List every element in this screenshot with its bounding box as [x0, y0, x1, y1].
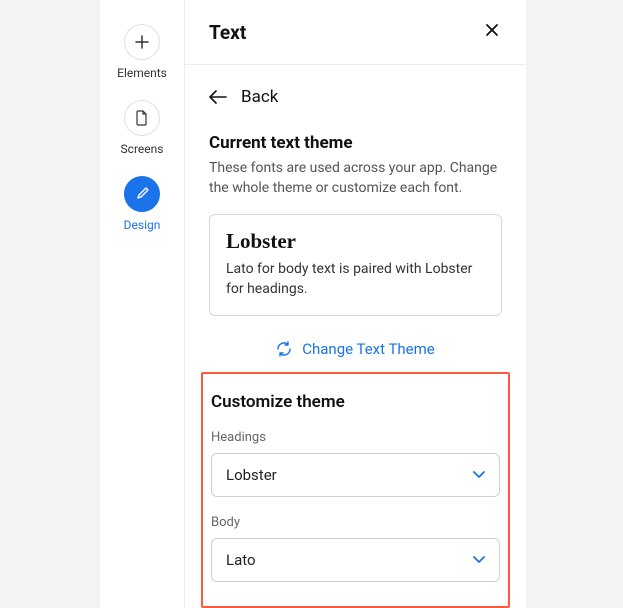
panel-title: Text — [209, 21, 246, 44]
plus-icon — [124, 24, 160, 60]
arrow-left-icon — [209, 90, 227, 104]
headings-select[interactable]: Lobster — [211, 453, 500, 497]
body-value: Lato — [226, 551, 256, 569]
nav-design[interactable]: Design — [100, 170, 184, 242]
nav-label: Design — [124, 218, 161, 232]
theme-card-desc: Lato for body text is paired with Lobste… — [226, 260, 485, 299]
panel-body: Back Current text theme These fonts are … — [185, 65, 526, 608]
customize-section: Customize theme Headings Lobster Body La… — [201, 372, 510, 608]
refresh-icon — [276, 341, 292, 357]
chevron-down-icon — [473, 556, 485, 564]
back-button[interactable]: Back — [209, 87, 502, 107]
document-icon — [124, 100, 160, 136]
headings-label: Headings — [211, 430, 500, 445]
body-select[interactable]: Lato — [211, 538, 500, 582]
change-theme-button[interactable]: Change Text Theme — [209, 332, 502, 372]
theme-card: Lobster Lato for body text is paired wit… — [209, 214, 502, 316]
nav-screens[interactable]: Screens — [100, 94, 184, 166]
current-theme-description: These fonts are used across your app. Ch… — [209, 159, 502, 198]
theme-card-name: Lobster — [226, 229, 485, 254]
nav-elements[interactable]: Elements — [100, 18, 184, 90]
sidebar: Elements Screens Design — [100, 0, 184, 608]
chevron-down-icon — [473, 471, 485, 479]
nav-label: Screens — [121, 142, 164, 156]
close-icon — [484, 22, 500, 38]
customize-heading: Customize theme — [211, 392, 500, 412]
close-button[interactable] — [482, 20, 502, 44]
body-label: Body — [211, 515, 500, 530]
current-theme-heading: Current text theme — [209, 133, 502, 153]
nav-label: Elements — [117, 66, 167, 80]
panel-header: Text — [185, 0, 526, 65]
text-panel: Text Back Current text theme These fonts… — [184, 0, 526, 608]
brush-icon — [124, 176, 160, 212]
change-theme-label: Change Text Theme — [302, 340, 435, 358]
back-label: Back — [241, 87, 278, 107]
headings-value: Lobster — [226, 466, 277, 484]
